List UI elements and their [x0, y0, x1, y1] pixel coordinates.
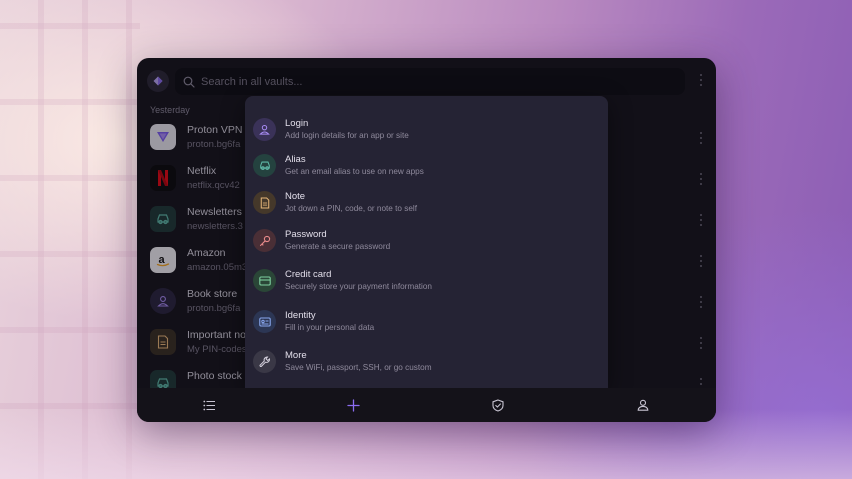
- option-title: Alias: [285, 154, 306, 165]
- user-icon: [253, 118, 276, 141]
- bottom-navigation: [137, 388, 716, 422]
- option-description: Add login details for an app or site: [285, 131, 409, 140]
- background-window-light: [0, 0, 140, 479]
- option-title: Note: [285, 191, 306, 202]
- create-credit-card-option[interactable]: Credit card Securely store your payment …: [245, 265, 608, 305]
- wrench-icon: [253, 350, 276, 373]
- id-card-icon: [253, 310, 276, 333]
- list-icon: [202, 400, 215, 410]
- option-title: Login: [285, 118, 309, 129]
- create-alias-option[interactable]: Alias Get an email alias to use on new a…: [245, 150, 608, 190]
- alias-icon: [253, 154, 276, 177]
- option-title: More: [285, 350, 307, 361]
- items-list-tab[interactable]: [200, 396, 218, 414]
- profile-tab[interactable]: [634, 396, 652, 414]
- option-description: Generate a secure password: [285, 242, 391, 251]
- account-icon: [637, 399, 649, 411]
- security-tab[interactable]: [489, 396, 507, 414]
- create-login-option[interactable]: Login Add login details for an app or si…: [245, 114, 608, 154]
- plus-icon: [346, 398, 360, 412]
- create-identity-option[interactable]: Identity Fill in your personal data: [245, 306, 608, 346]
- option-title: Identity: [285, 310, 316, 321]
- option-title: Credit card: [285, 269, 332, 280]
- create-note-option[interactable]: Note Jot down a PIN, code, or note to se…: [245, 187, 608, 227]
- shield-icon: [492, 398, 504, 412]
- option-title: Password: [285, 229, 327, 240]
- option-description: Get an email alias to use on new apps: [285, 167, 424, 176]
- create-item-tab[interactable]: [344, 396, 362, 414]
- option-description: Jot down a PIN, code, or note to self: [285, 204, 417, 213]
- note-icon: [253, 191, 276, 214]
- create-password-option[interactable]: Password Generate a secure password: [245, 225, 608, 265]
- credit-card-icon: [253, 269, 276, 292]
- create-more-option[interactable]: More Save WiFi, passport, SSH, or go cus…: [245, 346, 608, 386]
- option-description: Fill in your personal data: [285, 323, 375, 332]
- option-description: Securely store your payment information: [285, 282, 432, 291]
- key-icon: [253, 229, 276, 252]
- create-item-menu: Login Add login details for an app or si…: [245, 96, 608, 388]
- proton-pass-window: Yesterday Proton VPN proton.bg6fa Netfli…: [137, 58, 716, 422]
- option-description: Save WiFi, passport, SSH, or go custom: [285, 363, 432, 372]
